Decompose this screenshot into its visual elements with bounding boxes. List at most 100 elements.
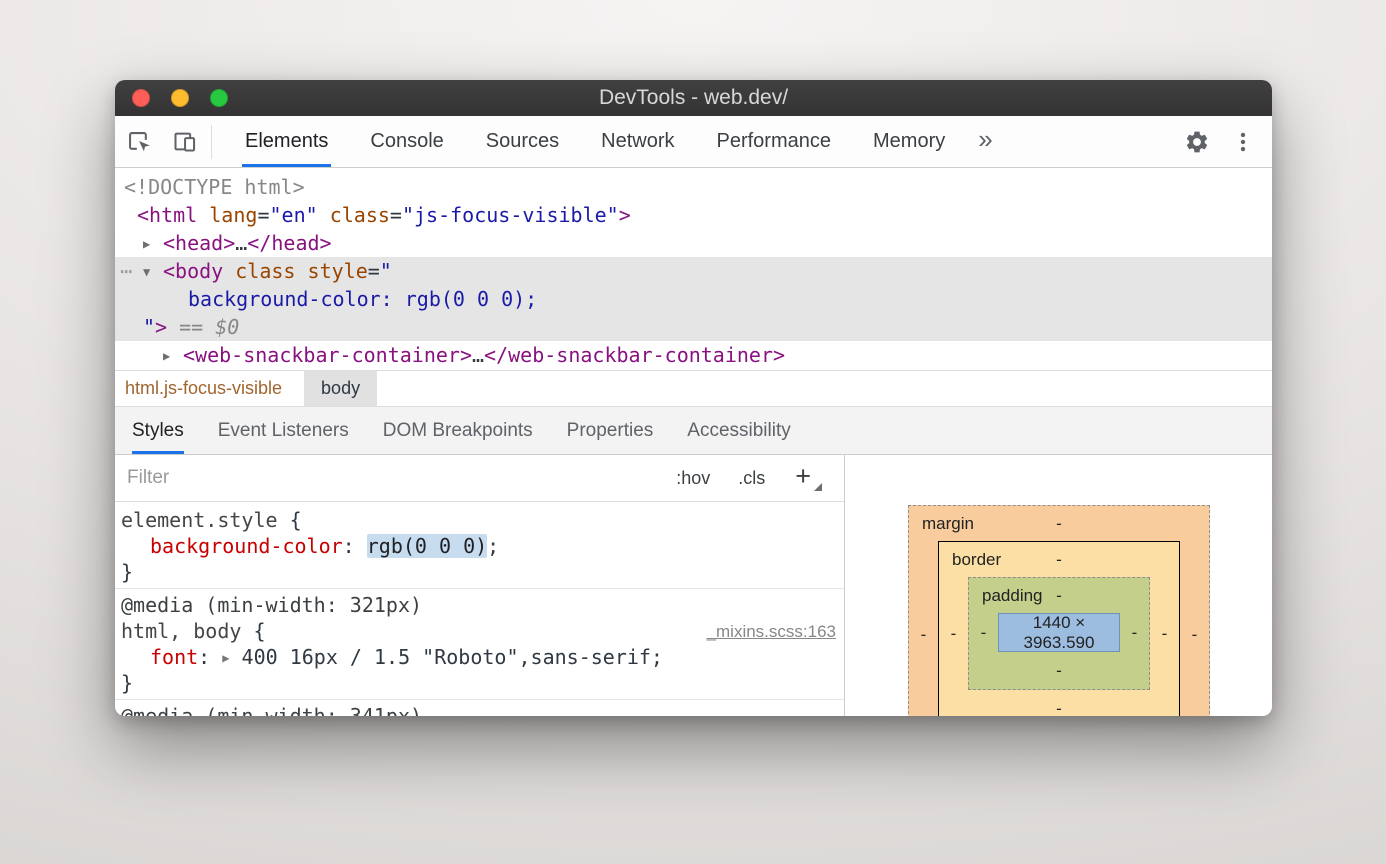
styles-pane: :hov .cls + element.style { background-c… xyxy=(115,455,845,716)
devtools-toolbar: Elements Console Sources Network Perform… xyxy=(115,116,1272,168)
elements-sidebar-content: :hov .cls + element.style { background-c… xyxy=(115,455,1272,716)
pseudo-class-toggle[interactable]: :hov xyxy=(676,468,710,489)
breadcrumb-html[interactable]: html.js-focus-visible xyxy=(115,371,286,406)
settings-button[interactable] xyxy=(1174,116,1220,167)
css-line-text: } xyxy=(121,560,133,584)
css-closing-brace-line[interactable]: } xyxy=(115,559,844,585)
new-rule-dropdown-triangle[interactable] xyxy=(814,483,822,491)
rule-separator xyxy=(115,699,844,700)
traffic-light-zoom[interactable] xyxy=(210,89,228,107)
tab-network[interactable]: Network xyxy=(580,116,695,167)
padding-left-value[interactable]: - xyxy=(969,613,998,652)
element-class-toggle[interactable]: .cls xyxy=(738,468,765,489)
dom-overflow-dots: ⋯ xyxy=(120,257,132,285)
inspect-element-button[interactable] xyxy=(115,116,161,167)
tree-line-text: <head>…</head> xyxy=(163,231,332,255)
toolbar-divider xyxy=(211,125,212,159)
tab-event-listeners[interactable]: Event Listeners xyxy=(201,407,366,454)
css-line-text: @media (min-width: 321px) xyxy=(121,593,422,617)
dom-tree: <!DOCTYPE html> <html lang="en" class="j… xyxy=(115,168,1272,370)
border-top-value[interactable]: - xyxy=(1056,550,1062,569)
css-line-text: @media (min-width: 341px) xyxy=(121,704,422,716)
css-line-text: } xyxy=(121,671,133,695)
tree-line-web-snackbar-container[interactable]: ▶<web-snackbar-container>…</web-snackbar… xyxy=(115,341,1272,369)
css-property-line[interactable]: font: ▶ 400 16px / 1.5 "Roboto",sans-ser… xyxy=(115,644,844,670)
panel-tabs: Elements Console Sources Network Perform… xyxy=(224,116,966,167)
box-model-border[interactable]: border - - padding - xyxy=(938,541,1180,716)
tree-line-text: <web-snackbar-container>…</web-snackbar-… xyxy=(183,343,785,367)
expand-arrow-icon[interactable]: ▶ xyxy=(163,342,183,370)
new-style-rule-button[interactable]: + xyxy=(795,463,811,494)
tree-line-text: <body class style=" xyxy=(163,259,392,283)
device-toolbar-icon xyxy=(171,128,198,155)
css-line-text: background-color: rgb(0 0 0); xyxy=(150,534,499,558)
styles-sidebar-tabs: Styles Event Listeners DOM Breakpoints P… xyxy=(115,406,1272,455)
device-toolbar-button[interactable] xyxy=(161,116,207,167)
padding-right-value[interactable]: - xyxy=(1120,613,1149,652)
border-bottom-value[interactable]: - xyxy=(1056,699,1062,716)
css-media-query-line[interactable]: @media (min-width: 321px) xyxy=(115,592,844,618)
devtools-window: DevTools - web.dev/ Elements Console Sou… xyxy=(115,80,1272,716)
tab-elements[interactable]: Elements xyxy=(224,116,349,167)
border-label: border xyxy=(952,542,1001,577)
tree-line-text: "> == $0 xyxy=(143,315,239,339)
border-right-value[interactable]: - xyxy=(1150,577,1179,690)
border-left-value[interactable]: - xyxy=(939,577,968,690)
more-tabs-button[interactable]: » xyxy=(966,126,1004,158)
margin-right-value[interactable]: - xyxy=(1180,541,1209,716)
css-line-text: element.style { xyxy=(121,508,302,532)
css-line-text: html, body { xyxy=(121,619,266,643)
padding-label: padding xyxy=(982,578,1043,613)
box-model-padding[interactable]: padding - - 1440 × 3963.590 - xyxy=(968,577,1150,690)
padding-top-value[interactable]: - xyxy=(1056,586,1062,605)
breadcrumb-bar: html.js-focus-visible body xyxy=(115,370,1272,406)
tree-line-doctype[interactable]: <!DOCTYPE html> xyxy=(115,173,1272,201)
box-model-margin[interactable]: margin - - border - - xyxy=(908,505,1210,716)
tab-properties[interactable]: Properties xyxy=(550,407,671,454)
tab-dom-breakpoints[interactable]: DOM Breakpoints xyxy=(366,407,550,454)
margin-left-value[interactable]: - xyxy=(909,541,938,716)
collapse-arrow-icon[interactable]: ▼ xyxy=(143,258,163,286)
tab-console[interactable]: Console xyxy=(349,116,464,167)
tab-styles[interactable]: Styles xyxy=(115,407,201,454)
tree-line-body-open-end[interactable]: "> == $0 xyxy=(115,313,1272,341)
tree-line-body-style-value[interactable]: background-color: rgb(0 0 0); xyxy=(115,285,1272,313)
css-line-text: font: ▶ 400 16px / 1.5 "Roboto",sans-ser… xyxy=(150,645,663,669)
breadcrumb-body[interactable]: body xyxy=(304,371,377,406)
css-closing-brace-line[interactable]: } xyxy=(115,670,844,696)
more-options-button[interactable] xyxy=(1220,116,1266,167)
window-titlebar[interactable]: DevTools - web.dev/ xyxy=(115,80,1272,116)
css-selector-line[interactable]: html, body { _mixins.scss:163 xyxy=(115,618,844,644)
stylesheet-source-link[interactable]: _mixins.scss:163 xyxy=(707,619,836,645)
tree-line-text: <!DOCTYPE html> xyxy=(124,175,305,199)
gear-icon xyxy=(1184,129,1210,155)
tree-line-text: background-color: rgb(0 0 0); xyxy=(188,287,537,311)
box-model-diagram: margin - - border - - xyxy=(908,505,1210,716)
padding-bottom-value[interactable]: - xyxy=(1056,661,1062,680)
tab-accessibility[interactable]: Accessibility xyxy=(670,407,807,454)
tree-line-html-open[interactable]: <html lang="en" class="js-focus-visible"… xyxy=(115,201,1272,229)
styles-filter-bar: :hov .cls + xyxy=(115,455,844,502)
window-controls xyxy=(132,89,228,107)
css-property-line[interactable]: background-color: rgb(0 0 0); xyxy=(115,533,844,559)
tree-line-body-open[interactable]: ⋯ ▼<body class style=" xyxy=(115,257,1272,285)
css-selector-line[interactable]: element.style { xyxy=(115,507,844,533)
margin-top-value[interactable]: - xyxy=(1056,514,1062,533)
css-media-query-line-clipped[interactable]: @media (min-width: 341px) xyxy=(115,703,844,716)
inspect-cursor-icon xyxy=(125,128,152,155)
traffic-light-close[interactable] xyxy=(132,89,150,107)
tab-performance[interactable]: Performance xyxy=(696,116,853,167)
margin-label: margin xyxy=(922,506,974,541)
kebab-menu-icon xyxy=(1230,129,1256,155)
tab-memory[interactable]: Memory xyxy=(852,116,966,167)
styles-rules-list: element.style { background-color: rgb(0 … xyxy=(115,502,844,716)
expand-arrow-icon[interactable]: ▶ xyxy=(143,230,163,258)
box-model-content[interactable]: 1440 × 3963.590 xyxy=(998,613,1120,652)
style-filter-input[interactable] xyxy=(127,467,648,489)
rule-separator xyxy=(115,588,844,589)
tree-line-head[interactable]: ▶<head>…</head> xyxy=(115,229,1272,257)
tree-line-text: <html lang="en" class="js-focus-visible"… xyxy=(137,203,631,227)
content-dimensions: 1440 × 3963.590 xyxy=(999,613,1119,653)
tab-sources[interactable]: Sources xyxy=(465,116,580,167)
traffic-light-minimize[interactable] xyxy=(171,89,189,107)
